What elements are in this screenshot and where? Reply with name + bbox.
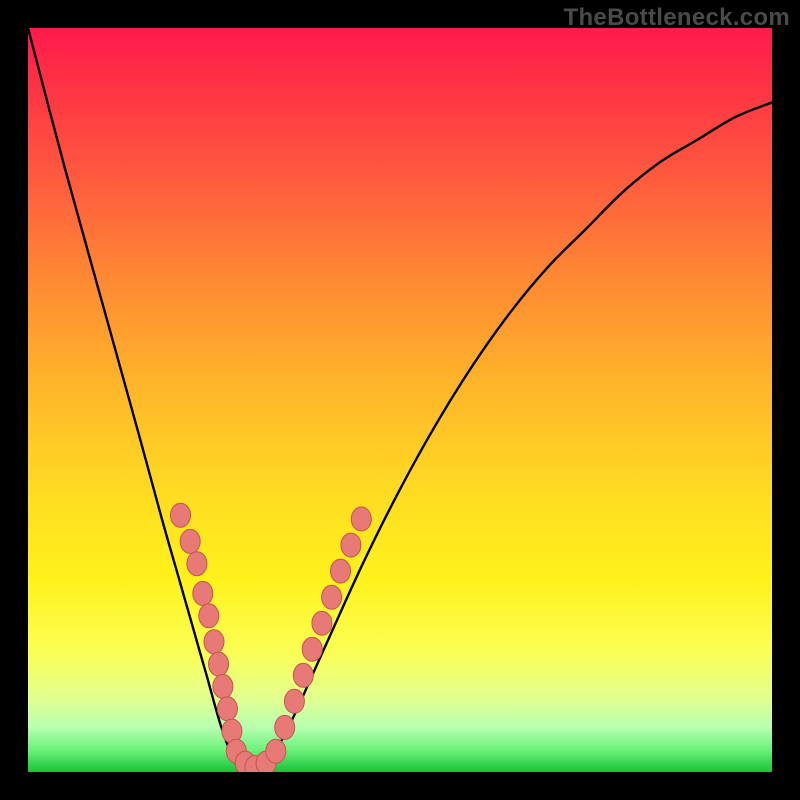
marker-layer: [171, 503, 372, 772]
watermark-text: TheBottleneck.com: [564, 4, 790, 32]
chart-svg: [28, 28, 772, 772]
curve-marker: [275, 715, 295, 739]
curve-marker: [180, 529, 200, 553]
curve-marker: [322, 585, 342, 609]
curve-marker: [312, 611, 332, 635]
curve-marker: [284, 689, 304, 713]
curve-marker: [331, 559, 351, 583]
curve-marker: [193, 581, 213, 605]
curve-marker: [209, 652, 229, 676]
curve-marker: [171, 503, 191, 527]
curve-marker: [293, 663, 313, 687]
curve-marker: [204, 630, 224, 654]
curve-layer: [28, 28, 772, 772]
chart-plot-area: [28, 28, 772, 772]
curve-marker: [351, 507, 371, 531]
curve-marker: [302, 637, 322, 661]
curve-marker: [217, 697, 237, 721]
curve-marker: [199, 604, 219, 628]
curve-marker: [213, 674, 233, 698]
curve-marker: [187, 552, 207, 576]
curve-marker: [266, 739, 286, 763]
chart-frame: TheBottleneck.com: [0, 0, 800, 800]
curve-marker: [341, 533, 361, 557]
bottleneck-curve: [28, 28, 772, 772]
